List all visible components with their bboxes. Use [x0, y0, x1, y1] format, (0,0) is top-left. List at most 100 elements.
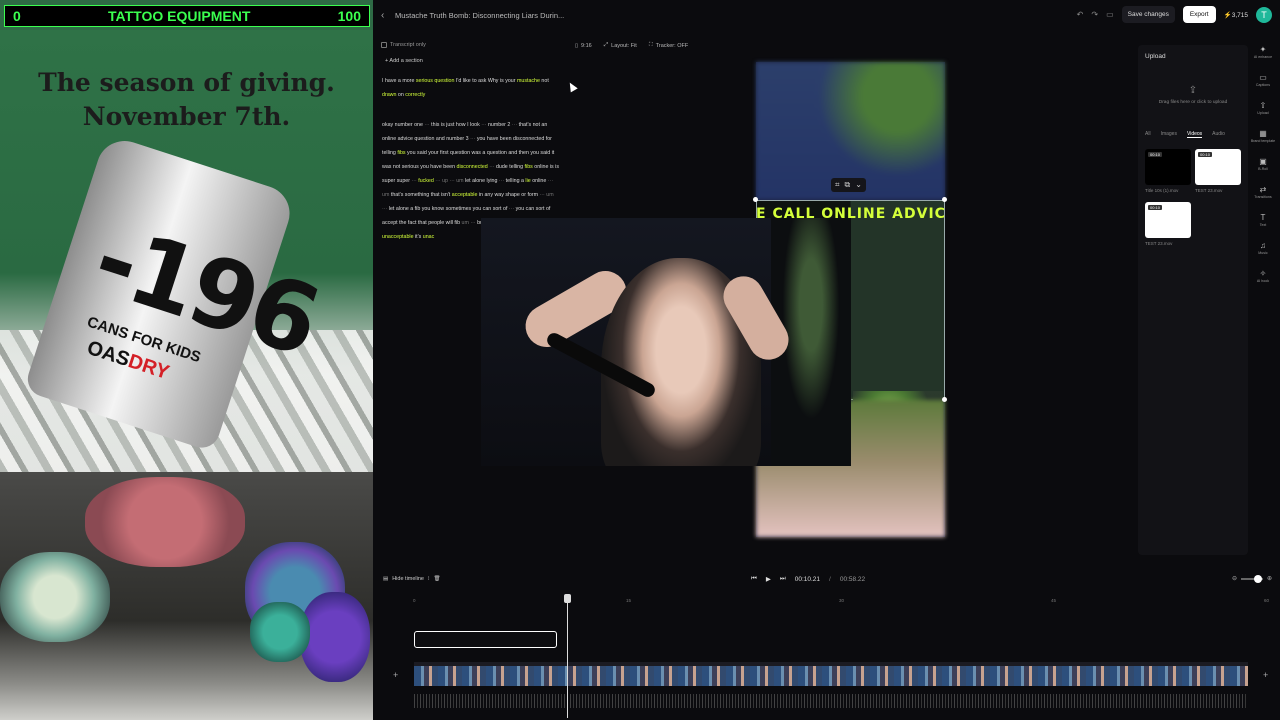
tab-audio[interactable]: Audio — [1212, 131, 1225, 138]
chevron-down-icon[interactable]: ⌄ — [855, 180, 862, 190]
transcript-word[interactable]: let alone a fib you know sometimes you c… — [389, 206, 509, 212]
rail-ai-enhance[interactable]: ✦ AI enhance — [1249, 45, 1277, 59]
avatar[interactable]: T — [1256, 6, 1272, 23]
transcript-keyword[interactable]: fibs — [525, 164, 533, 170]
transcript-word[interactable]: it's — [414, 234, 423, 240]
add-section-button[interactable]: + Add a section — [385, 58, 423, 64]
upload-icon: ⇪ — [1188, 85, 1198, 96]
transcript-keyword[interactable]: unacceptable — [382, 234, 414, 240]
transcript-word[interactable]: in any way shape or form — [477, 192, 539, 198]
transcript-word[interactable]: telling a — [506, 178, 526, 184]
transcript-keyword[interactable]: drawn — [382, 92, 396, 98]
transcript-word[interactable]: not — [540, 78, 548, 84]
media-item[interactable]: 00:10 TEST 23.mov — [1145, 202, 1191, 246]
layout-icon[interactable]: ▭ — [1106, 10, 1114, 19]
upload-drop-zone[interactable]: ⇪ Drag files here or click to upload — [1145, 75, 1241, 125]
transcript-word[interactable]: ··· — [512, 122, 519, 128]
tab-all[interactable]: All — [1145, 131, 1151, 138]
back-icon[interactable]: ‹ — [381, 10, 384, 21]
media-item[interactable]: 00:10 Title 10s (1).mov — [1145, 149, 1191, 193]
project-title[interactable]: Mustache Truth Bomb: Disconnecting Liars… — [395, 11, 564, 20]
transcript-word[interactable]: ··· — [481, 122, 488, 128]
rail-upload[interactable]: ⇧ Upload — [1249, 101, 1277, 115]
transcript-keyword[interactable]: correctly — [405, 92, 425, 98]
tab-images[interactable]: Images — [1161, 131, 1177, 138]
webcam-overlay[interactable] — [481, 218, 851, 466]
tracker-button[interactable]: ⛶ Tracker: OFF — [649, 42, 688, 49]
add-clip-icon[interactable]: + — [1263, 670, 1268, 680]
transcript-keyword[interactable]: serious question — [416, 78, 455, 84]
transcript-keyword[interactable]: disconnected — [457, 164, 488, 170]
rail-captions[interactable]: ▭ Captions — [1249, 73, 1277, 87]
rail-b-roll[interactable]: ▣ B-Roll — [1249, 157, 1277, 171]
resize-handle-tl[interactable] — [753, 197, 758, 202]
resize-handle-tr[interactable] — [942, 197, 947, 202]
ticker-left-count: 0 — [13, 8, 21, 24]
transcript-segment-1[interactable]: I have a more serious question I'd like … — [382, 74, 558, 102]
transcript-word[interactable]: okay number one — [382, 122, 424, 128]
caption-clip[interactable] — [414, 631, 557, 648]
transcript-word[interactable]: this is just how I look — [431, 122, 481, 128]
transcript-word[interactable]: that's something that isn't — [391, 192, 452, 198]
add-track-icon[interactable]: + — [393, 670, 398, 680]
video-track[interactable] — [414, 662, 1248, 686]
transcript-word[interactable]: ··· — [499, 178, 506, 184]
transcript-word[interactable]: ··· up ··· um — [434, 178, 465, 184]
checkbox-icon[interactable] — [381, 42, 387, 48]
hide-timeline-toggle[interactable]: ▤ Hide timeline ⁞ 🗑 — [383, 576, 441, 582]
transcript-word[interactable]: online — [531, 178, 548, 184]
transcript-keyword[interactable]: fucked — [418, 178, 434, 184]
transcript-only-toggle[interactable]: Transcript only — [381, 42, 426, 48]
transcript-word[interactable]: ··· — [470, 136, 477, 142]
crop-icon[interactable]: ⌗ — [835, 180, 840, 190]
transition-icon: ⇄ — [1259, 185, 1267, 194]
aspect-ratio-label: 9:16 — [581, 42, 592, 49]
transcript-word[interactable]: um ··· — [462, 220, 478, 226]
resize-handle-br[interactable] — [942, 397, 947, 402]
poster-line-1: The season of giving. — [38, 68, 335, 97]
media-item[interactable]: 00:10 TEST 23.mov — [1195, 149, 1241, 193]
skip-back-icon[interactable]: ⏮ — [751, 575, 757, 583]
transcript-word[interactable]: on — [396, 92, 405, 98]
transcript-word[interactable]: let alone lying — [465, 178, 499, 184]
play-icon[interactable]: ▶ — [766, 575, 771, 583]
zoom-slider-knob[interactable] — [1253, 574, 1262, 583]
skip-forward-icon[interactable]: ⏭ — [780, 575, 786, 583]
rail-transitions[interactable]: ⇄ Transitions — [1249, 185, 1277, 199]
time-ruler[interactable]: 0 15 30 45 60 — [413, 594, 1269, 606]
replace-icon[interactable]: ⧉ — [845, 180, 851, 190]
trash-icon[interactable]: 🗑 — [434, 576, 441, 582]
transcript-word[interactable]: dude telling — [496, 164, 525, 170]
undo-icon[interactable]: ↶ — [1077, 10, 1084, 19]
rail-music[interactable]: ♫ Music — [1249, 241, 1277, 255]
transcript-word[interactable]: I have a more — [382, 78, 416, 84]
rail-ai-hook[interactable]: ✧ AI hook — [1249, 269, 1277, 283]
transcript-keyword[interactable]: mustache — [517, 78, 540, 84]
transcript-keyword[interactable]: acceptable — [452, 192, 478, 198]
audio-waveform[interactable] — [414, 694, 1248, 708]
export-button[interactable]: Export — [1182, 6, 1216, 23]
zoom-out-icon[interactable]: ⊖ — [1232, 575, 1237, 582]
zoom-slider[interactable] — [1240, 574, 1263, 583]
media-filename: TEST 23.mov — [1145, 241, 1173, 246]
transcript-word[interactable]: I'd like to ask Why is your — [454, 78, 517, 84]
playhead-handle[interactable] — [564, 594, 571, 603]
split-icon[interactable]: ⁞ — [428, 576, 430, 582]
aspect-ratio-button[interactable]: ▯ 9:16 — [575, 42, 592, 49]
tab-videos[interactable]: Videos — [1186, 131, 1203, 138]
layout-button[interactable]: ⤢ Layout: Fit — [604, 42, 637, 49]
transcript-word[interactable]: ··· — [488, 164, 496, 170]
timeline: ▤ Hide timeline ⁞ 🗑 ⏮ ▶ ⏭ 00:10.21 / 00:… — [373, 570, 1280, 720]
tracker-label: Tracker: OFF — [655, 42, 689, 49]
rail-text[interactable]: T Text — [1249, 213, 1277, 227]
rail-brand-template[interactable]: ▦ Brand template — [1249, 129, 1277, 143]
save-button[interactable]: Save changes — [1121, 6, 1175, 23]
transcript-keyword[interactable]: fibs — [397, 150, 405, 156]
zoom-in-icon[interactable]: ⊕ — [1267, 575, 1272, 582]
transcript-word[interactable]: ··· — [509, 206, 516, 212]
transcript-word[interactable]: number 2 — [488, 122, 512, 128]
timeline-icon: ▤ — [383, 576, 389, 582]
playhead[interactable] — [564, 594, 571, 718]
redo-icon[interactable]: ↷ — [1091, 10, 1098, 19]
transcript-keyword[interactable]: unac — [423, 234, 435, 240]
